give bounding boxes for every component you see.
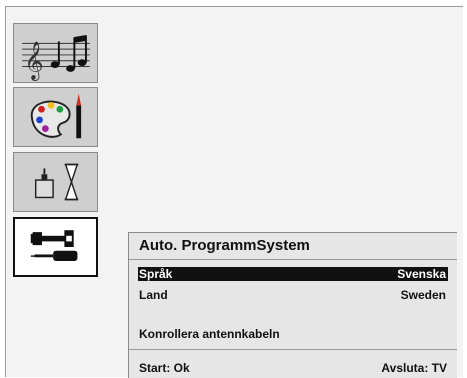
footer-divider (129, 349, 457, 350)
title-divider (129, 259, 457, 260)
sidebar-item-timer[interactable] (13, 152, 98, 212)
antenna-check-message: Konrollera antennkabeln (139, 327, 280, 341)
exit-tv-hint[interactable]: Avsluta: TV (381, 361, 447, 375)
menu-row-value: Svenska (397, 267, 446, 281)
menu-row-country[interactable]: Land Sweden (138, 288, 448, 302)
sidebar-item-picture[interactable] (13, 87, 98, 147)
menu-row-value: Sweden (400, 288, 446, 302)
svg-text:𝄞: 𝄞 (24, 40, 43, 81)
timer-hourglass-icon (34, 163, 79, 201)
menu-row-language[interactable]: Språk Svenska (138, 267, 448, 281)
wrench-screwdriver-icon (30, 230, 78, 261)
menu-title: Auto. ProgrammSystem (139, 237, 310, 254)
auto-program-system-panel: Auto. ProgrammSystem Språk Svenska Land … (128, 232, 457, 378)
menu-row-label: Språk (139, 267, 173, 281)
palette-icon (30, 93, 82, 139)
music-notes-icon: 𝄞 (22, 35, 90, 81)
sidebar-item-sound[interactable]: 𝄞 (13, 23, 98, 83)
start-ok-hint[interactable]: Start: Ok (139, 361, 190, 375)
menu-row-label: Land (139, 288, 168, 302)
sidebar-item-setup[interactable] (13, 217, 98, 277)
